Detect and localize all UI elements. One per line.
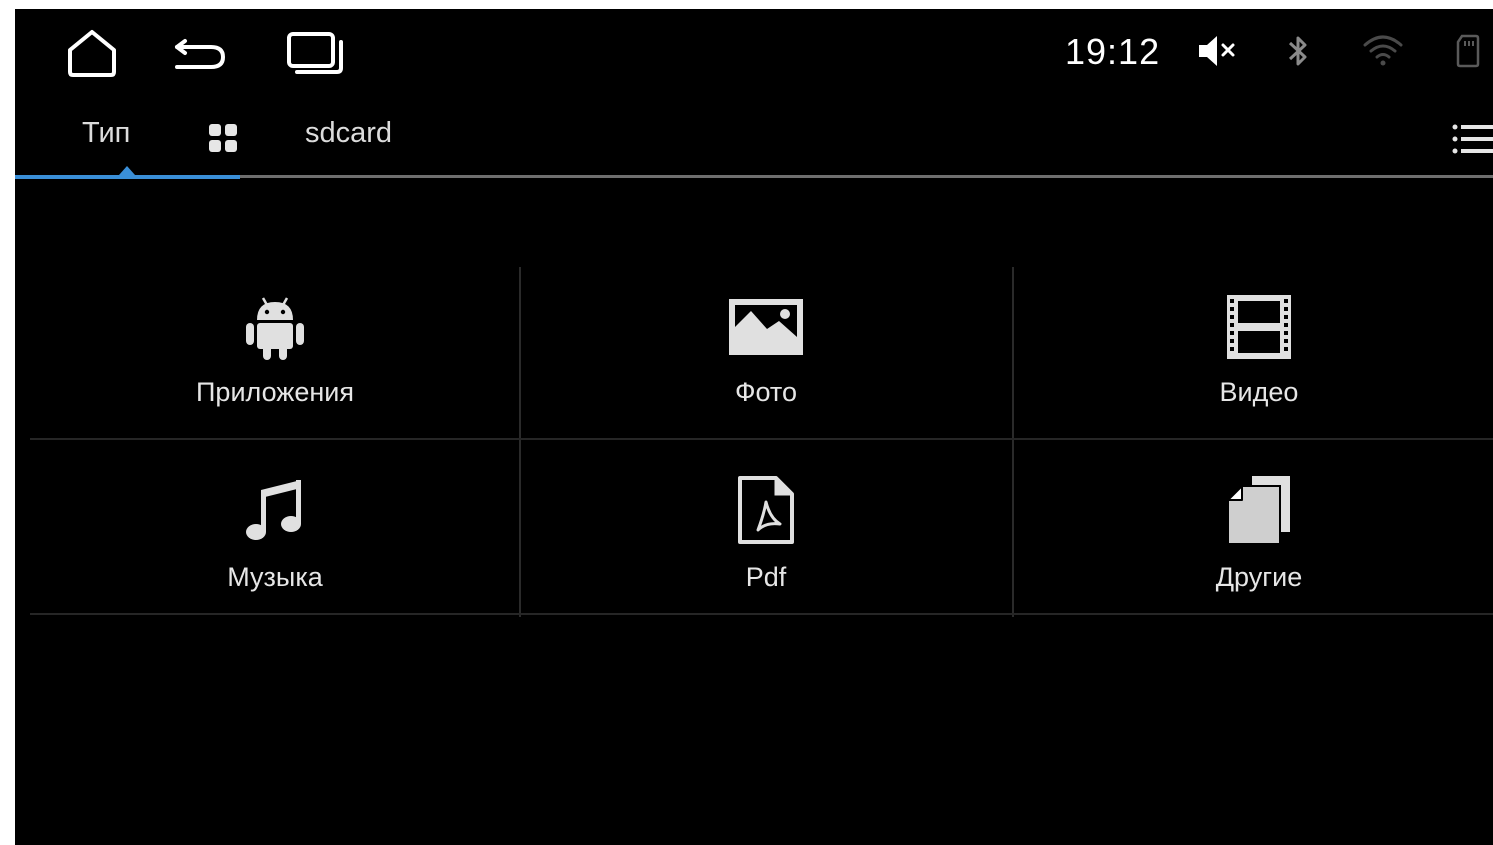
category-video[interactable]: Видео <box>1014 267 1493 441</box>
list-menu-button[interactable] <box>1451 121 1493 161</box>
image-icon <box>726 287 806 367</box>
list-menu-icon <box>1452 124 1493 154</box>
documents-icon <box>1219 470 1299 550</box>
screen: 19:12 Тип sdcard Приложения Фото Видео М… <box>15 9 1493 845</box>
category-label: Другие <box>1215 562 1303 592</box>
category-label: Музыка <box>227 562 323 592</box>
pdf-file-icon <box>726 470 806 550</box>
home-button[interactable] <box>62 27 122 79</box>
tab-sdcard[interactable]: sdcard <box>305 117 392 150</box>
grid-view-icon <box>209 124 237 152</box>
category-music[interactable]: Музыка <box>30 440 520 614</box>
active-tab-caret <box>119 166 135 175</box>
back-icon <box>175 39 226 69</box>
recent-apps-button[interactable] <box>285 27 345 79</box>
film-icon <box>1219 287 1299 367</box>
category-label: Видео <box>1219 377 1299 407</box>
android-icon <box>235 287 315 367</box>
recent-apps-icon <box>287 32 343 74</box>
category-label: Pdf <box>745 562 787 592</box>
category-label: Фото <box>734 377 798 407</box>
tab-grid-view[interactable] <box>208 123 238 161</box>
category-label: Приложения <box>196 377 354 407</box>
status-time: 19:12 <box>1065 31 1161 72</box>
music-note-icon <box>235 470 315 550</box>
back-button[interactable] <box>170 27 230 79</box>
active-tab-indicator <box>15 175 240 179</box>
tab-type[interactable]: Тип <box>82 117 130 150</box>
bluetooth-icon[interactable] <box>1283 31 1313 71</box>
category-pdf[interactable]: Pdf <box>521 440 1011 614</box>
category-other[interactable]: Другие <box>1014 440 1493 614</box>
category-grid: Приложения Фото Видео Музыка Pdf Другие <box>30 267 1493 617</box>
home-icon <box>68 30 116 77</box>
sd-card-icon[interactable] <box>1455 31 1481 71</box>
category-apps[interactable]: Приложения <box>30 267 520 441</box>
wifi-icon[interactable] <box>1361 31 1405 71</box>
category-photo[interactable]: Фото <box>521 267 1011 441</box>
volume-muted-icon[interactable] <box>1195 31 1239 71</box>
